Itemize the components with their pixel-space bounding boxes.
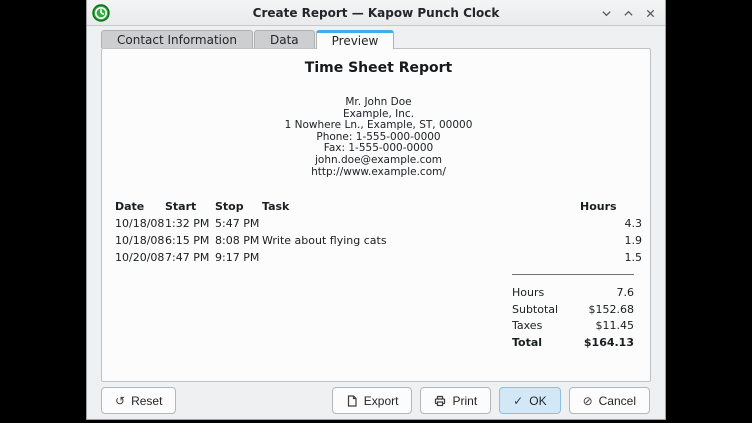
ok-button[interactable]: ✓ OK [499,387,560,414]
cancel-button[interactable]: ⊘ Cancel [569,387,650,414]
totals-taxes: Taxes $11.45 [512,318,634,335]
window-title: Create Report — Kapow Punch Clock [87,6,665,20]
export-button[interactable]: Export [332,387,413,414]
create-report-dialog: Create Report — Kapow Punch Clock Contac… [86,0,666,420]
cell-start: 7:47 PM [165,249,215,266]
header-task: Task [262,198,580,215]
totals-total: Total $164.13 [512,335,634,352]
tab-bar: Contact Information Data Preview [101,30,665,48]
cell-date: 10/18/08 [115,215,165,232]
header-stop: Stop [215,198,262,215]
table-row: 10/18/08 1:32 PM 5:47 PM 4.3 [115,215,642,232]
preview-pane: Time Sheet Report Mr. John Doe Example, … [101,48,651,382]
tab-data[interactable]: Data [254,30,315,48]
contact-email: john.doe@example.com [115,155,642,167]
print-button[interactable]: Print [420,387,491,414]
time-sheet-report: Time Sheet Report Mr. John Doe Example, … [102,49,650,351]
contact-website: http://www.example.com/ [115,167,642,179]
totals-summary: Hours 7.6 Subtotal $152.68 Taxes $11.45 … [512,274,634,351]
table-row: 10/20/08 7:47 PM 9:17 PM 1.5 [115,249,642,266]
button-bar: ↺ Reset Export Print ✓ [87,382,665,419]
close-button[interactable] [644,7,657,20]
checkmark-icon: ✓ [513,395,523,407]
cell-hours: 1.5 [580,249,642,266]
cell-stop: 8:08 PM [215,232,262,249]
tab-preview[interactable]: Preview [316,30,395,49]
cell-date: 10/18/08 [115,232,165,249]
contact-block: Mr. John Doe Example, Inc. 1 Nowhere Ln.… [115,97,642,178]
document-icon [346,395,358,407]
table-header-row: Date Start Stop Task Hours [115,198,642,215]
printer-icon [434,395,446,407]
cell-hours: 4.3 [580,215,642,232]
prohibited-icon: ⊘ [583,395,593,407]
undo-arrow-icon: ↺ [115,395,125,407]
header-date: Date [115,198,165,215]
cell-stop: 5:47 PM [215,215,262,232]
contact-name: Mr. John Doe [115,97,642,109]
titlebar[interactable]: Create Report — Kapow Punch Clock [87,0,665,26]
totals-hours: Hours 7.6 [512,285,634,302]
cell-task [262,215,580,232]
cell-hours: 1.9 [580,232,642,249]
reset-button[interactable]: ↺ Reset [101,387,176,414]
close-icon [645,8,656,19]
header-hours: Hours [580,198,642,215]
maximize-button[interactable] [622,7,635,20]
header-start: Start [165,198,215,215]
chevron-down-icon [601,8,612,19]
time-entries-table: Date Start Stop Task Hours 10/18/08 1:32… [115,198,642,266]
tab-contact-information[interactable]: Contact Information [101,30,253,48]
cell-task [262,249,580,266]
cell-start: 6:15 PM [165,232,215,249]
cell-stop: 9:17 PM [215,249,262,266]
cell-start: 1:32 PM [165,215,215,232]
minimize-button[interactable] [600,7,613,20]
table-row: 10/18/08 6:15 PM 8:08 PM Write about fly… [115,232,642,249]
report-title: Time Sheet Report [115,60,642,76]
cell-date: 10/20/08 [115,249,165,266]
totals-subtotal: Subtotal $152.68 [512,302,634,319]
chevron-up-icon [623,8,634,19]
cell-task: Write about flying cats [262,232,580,249]
